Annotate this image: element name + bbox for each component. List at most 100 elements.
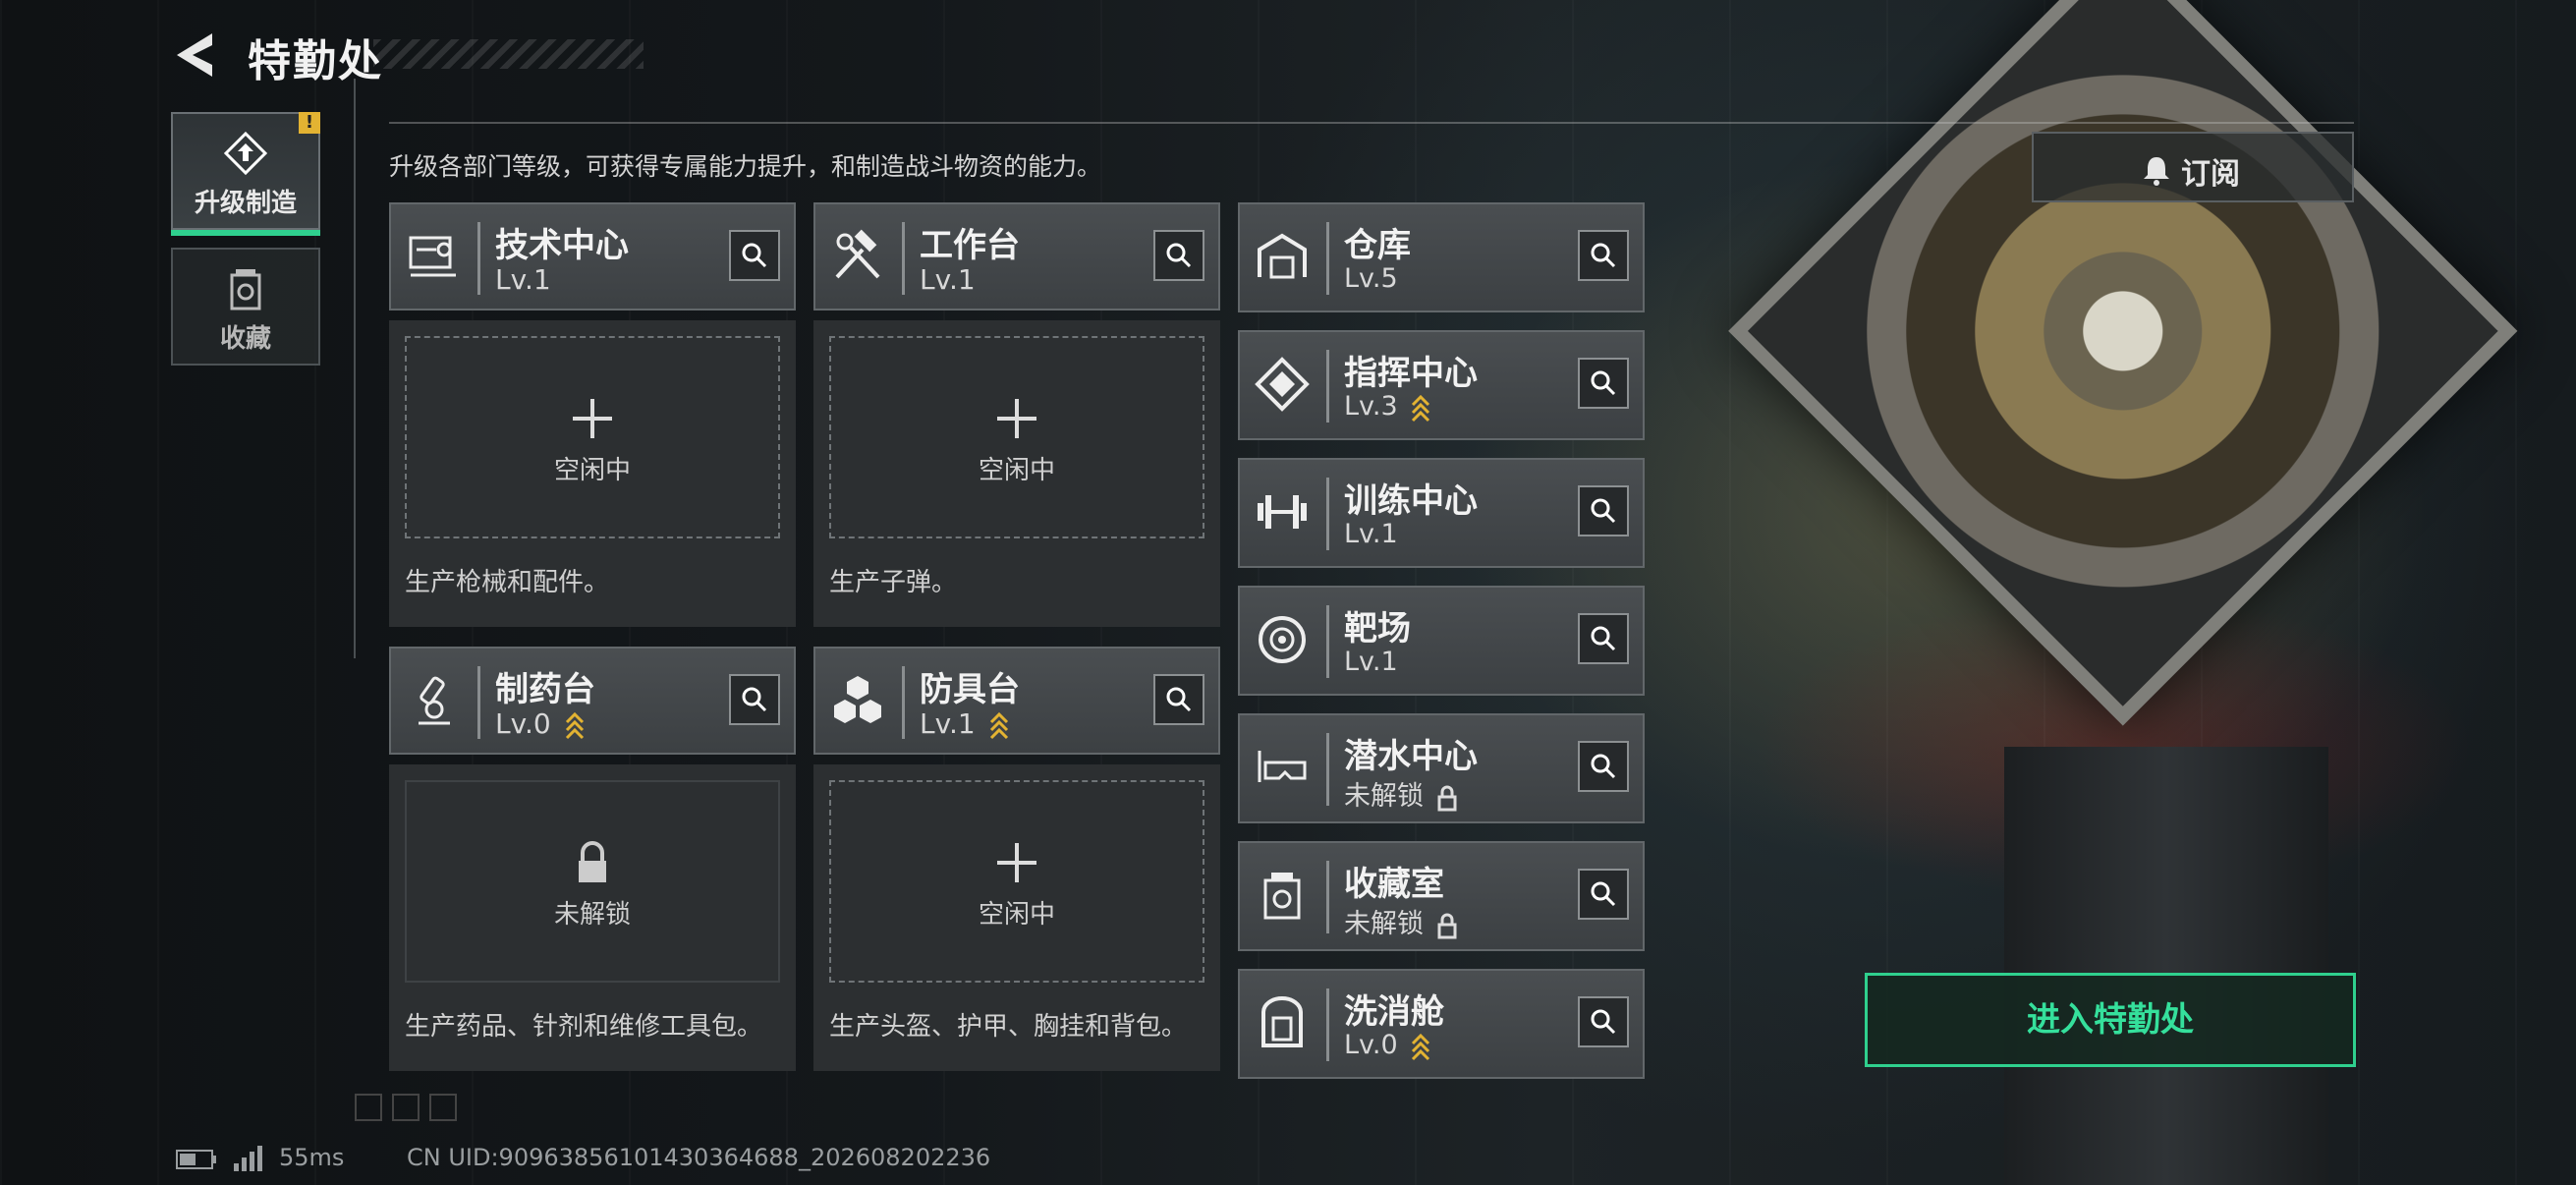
battery-icon [176, 1150, 216, 1169]
slot-status: 未解锁 [553, 900, 631, 930]
facility-card-armor-bench[interactable]: 防具台 Lv.1 [813, 647, 1220, 755]
facility-level: Lv.1 [495, 263, 551, 296]
facility-item-decon-chamber[interactable]: 洗消舱 Lv.0 [1238, 969, 1645, 1079]
facility-level: Lv.1 [1344, 519, 1398, 549]
production-panel-tech-center: 空闲中 生产枪械和配件。 [389, 320, 796, 627]
level-text: Lv.1 [495, 263, 551, 296]
nav-tab-label: 收藏 [219, 324, 271, 354]
facility-item-shooting-range[interactable]: 靶场 Lv.1 [1238, 586, 1645, 696]
inspect-button[interactable] [729, 230, 780, 281]
nav-divider [354, 79, 356, 658]
level-text: Lv.5 [1344, 263, 1398, 294]
facility-level: Lv.0 [1344, 1030, 1431, 1061]
lock-icon [1437, 913, 1457, 938]
lock-icon [579, 841, 606, 882]
inspect-button[interactable] [1578, 869, 1629, 920]
level-text: Lv.1 [920, 707, 976, 740]
slot-status: 空闲中 [978, 456, 1055, 485]
lock-icon [1437, 785, 1457, 811]
facility-level: Lv.3 [1344, 391, 1431, 423]
facility-item-command-center[interactable]: 指挥中心 Lv.3 [1238, 330, 1645, 440]
inspect-button[interactable] [1153, 674, 1204, 725]
card-divider [1326, 861, 1329, 933]
upgrade-available-icon [989, 711, 1008, 740]
production-panel-workbench: 空闲中 生产子弹。 [813, 320, 1220, 627]
training-center-icon [1258, 495, 1307, 529]
workbench-icon [835, 229, 880, 279]
facility-name: 潜水中心 [1344, 737, 1478, 776]
production-description: 生产药品、针剂和维修工具包。 [405, 1012, 763, 1042]
command-center-icon [1255, 357, 1310, 412]
search-icon [1591, 370, 1616, 396]
search-icon [742, 687, 767, 712]
tech-center-icon [409, 236, 456, 277]
slot-status: 空闲中 [978, 900, 1055, 930]
facility-name: 防具台 [920, 670, 1020, 709]
inspect-button[interactable] [1578, 230, 1629, 281]
card-divider [477, 222, 480, 295]
nav-tab-label: 升级制造 [194, 189, 297, 218]
inspect-button[interactable] [1578, 485, 1629, 536]
level-text: Lv.1 [1344, 519, 1398, 549]
nav-tab-upgrade-manufacture[interactable]: 升级制造 ! [171, 112, 320, 236]
decor-marks [355, 1094, 457, 1121]
subscribe-label: 订阅 [2181, 157, 2240, 192]
user-uid: CN UID:9096385610143036468​8_20260820223… [407, 1144, 991, 1171]
facility-name: 制药台 [495, 670, 595, 709]
facility-level: Lv.1 [920, 707, 1010, 740]
collection-icon [230, 269, 261, 310]
facility-item-warehouse[interactable]: 仓库 Lv.5 [1238, 202, 1645, 312]
diving-mask-icon [1258, 751, 1307, 782]
facility-level: Lv.1 [920, 263, 976, 296]
level-text: Lv.0 [495, 707, 551, 740]
production-slot[interactable]: 空闲中 [829, 780, 1204, 983]
search-icon [1591, 498, 1616, 524]
title-decor-stripe [373, 39, 644, 69]
production-slot[interactable]: 空闲中 [829, 336, 1204, 538]
level-text: Lv.3 [1344, 391, 1398, 422]
facility-item-collection-room[interactable]: 收藏室 未解锁 [1238, 841, 1645, 951]
production-panel-pharmacy: 未解锁 生产药品、针剂和维修工具包。 [389, 764, 796, 1071]
inspect-button[interactable] [1578, 996, 1629, 1047]
card-divider [1326, 988, 1329, 1061]
production-description: 生产枪械和配件。 [405, 568, 610, 597]
facility-level: 未解锁 [1344, 902, 1458, 940]
production-description: 生产子弹。 [829, 568, 958, 597]
card-divider [1326, 733, 1329, 806]
inspect-button[interactable] [1578, 358, 1629, 409]
inspect-button[interactable] [1578, 741, 1629, 792]
back-arrow-icon[interactable] [169, 28, 224, 83]
plus-icon [997, 843, 1036, 882]
search-icon [1166, 687, 1192, 712]
subscribe-button[interactable]: 订阅 [2032, 132, 2354, 202]
facility-name: 收藏室 [1344, 865, 1444, 904]
armor-bench-icon [834, 676, 881, 723]
inspect-button[interactable] [1578, 613, 1629, 664]
production-slot[interactable]: 空闲中 [405, 336, 780, 538]
facility-card-tech-center[interactable]: 技术中心 Lv.1 [389, 202, 796, 310]
nav-tab-collection[interactable]: 收藏 [171, 248, 320, 366]
production-slot-locked: 未解锁 [405, 780, 780, 983]
facility-level: 未解锁 [1344, 774, 1458, 813]
facility-name: 工作台 [920, 226, 1020, 265]
inspect-button[interactable] [1153, 230, 1204, 281]
plus-icon [573, 399, 612, 438]
level-text: Lv.1 [1344, 647, 1398, 677]
search-icon [1591, 1009, 1616, 1035]
facility-card-workbench[interactable]: 工作台 Lv.1 [813, 202, 1220, 310]
level-text: 未解锁 [1344, 909, 1424, 939]
shooting-range-icon [1259, 616, 1306, 663]
inspect-button[interactable] [729, 674, 780, 725]
facility-level: Lv.5 [1344, 263, 1398, 294]
facility-level: Lv.0 [495, 707, 586, 740]
facility-name: 靶场 [1344, 609, 1411, 649]
facility-item-training-center[interactable]: 训练中心 Lv.1 [1238, 458, 1645, 568]
card-divider [902, 666, 905, 739]
facility-item-diving-center[interactable]: 潜水中心 未解锁 [1238, 713, 1645, 823]
enter-special-ops-button[interactable]: 进入特勤处 [1865, 973, 2356, 1067]
facility-level: Lv.1 [1344, 647, 1398, 677]
facility-card-pharmacy[interactable]: 制药台 Lv.0 [389, 647, 796, 755]
decon-chamber-icon [1261, 996, 1303, 1047]
cube-pillar-artwork [2004, 747, 2328, 1185]
card-divider [1326, 605, 1329, 678]
